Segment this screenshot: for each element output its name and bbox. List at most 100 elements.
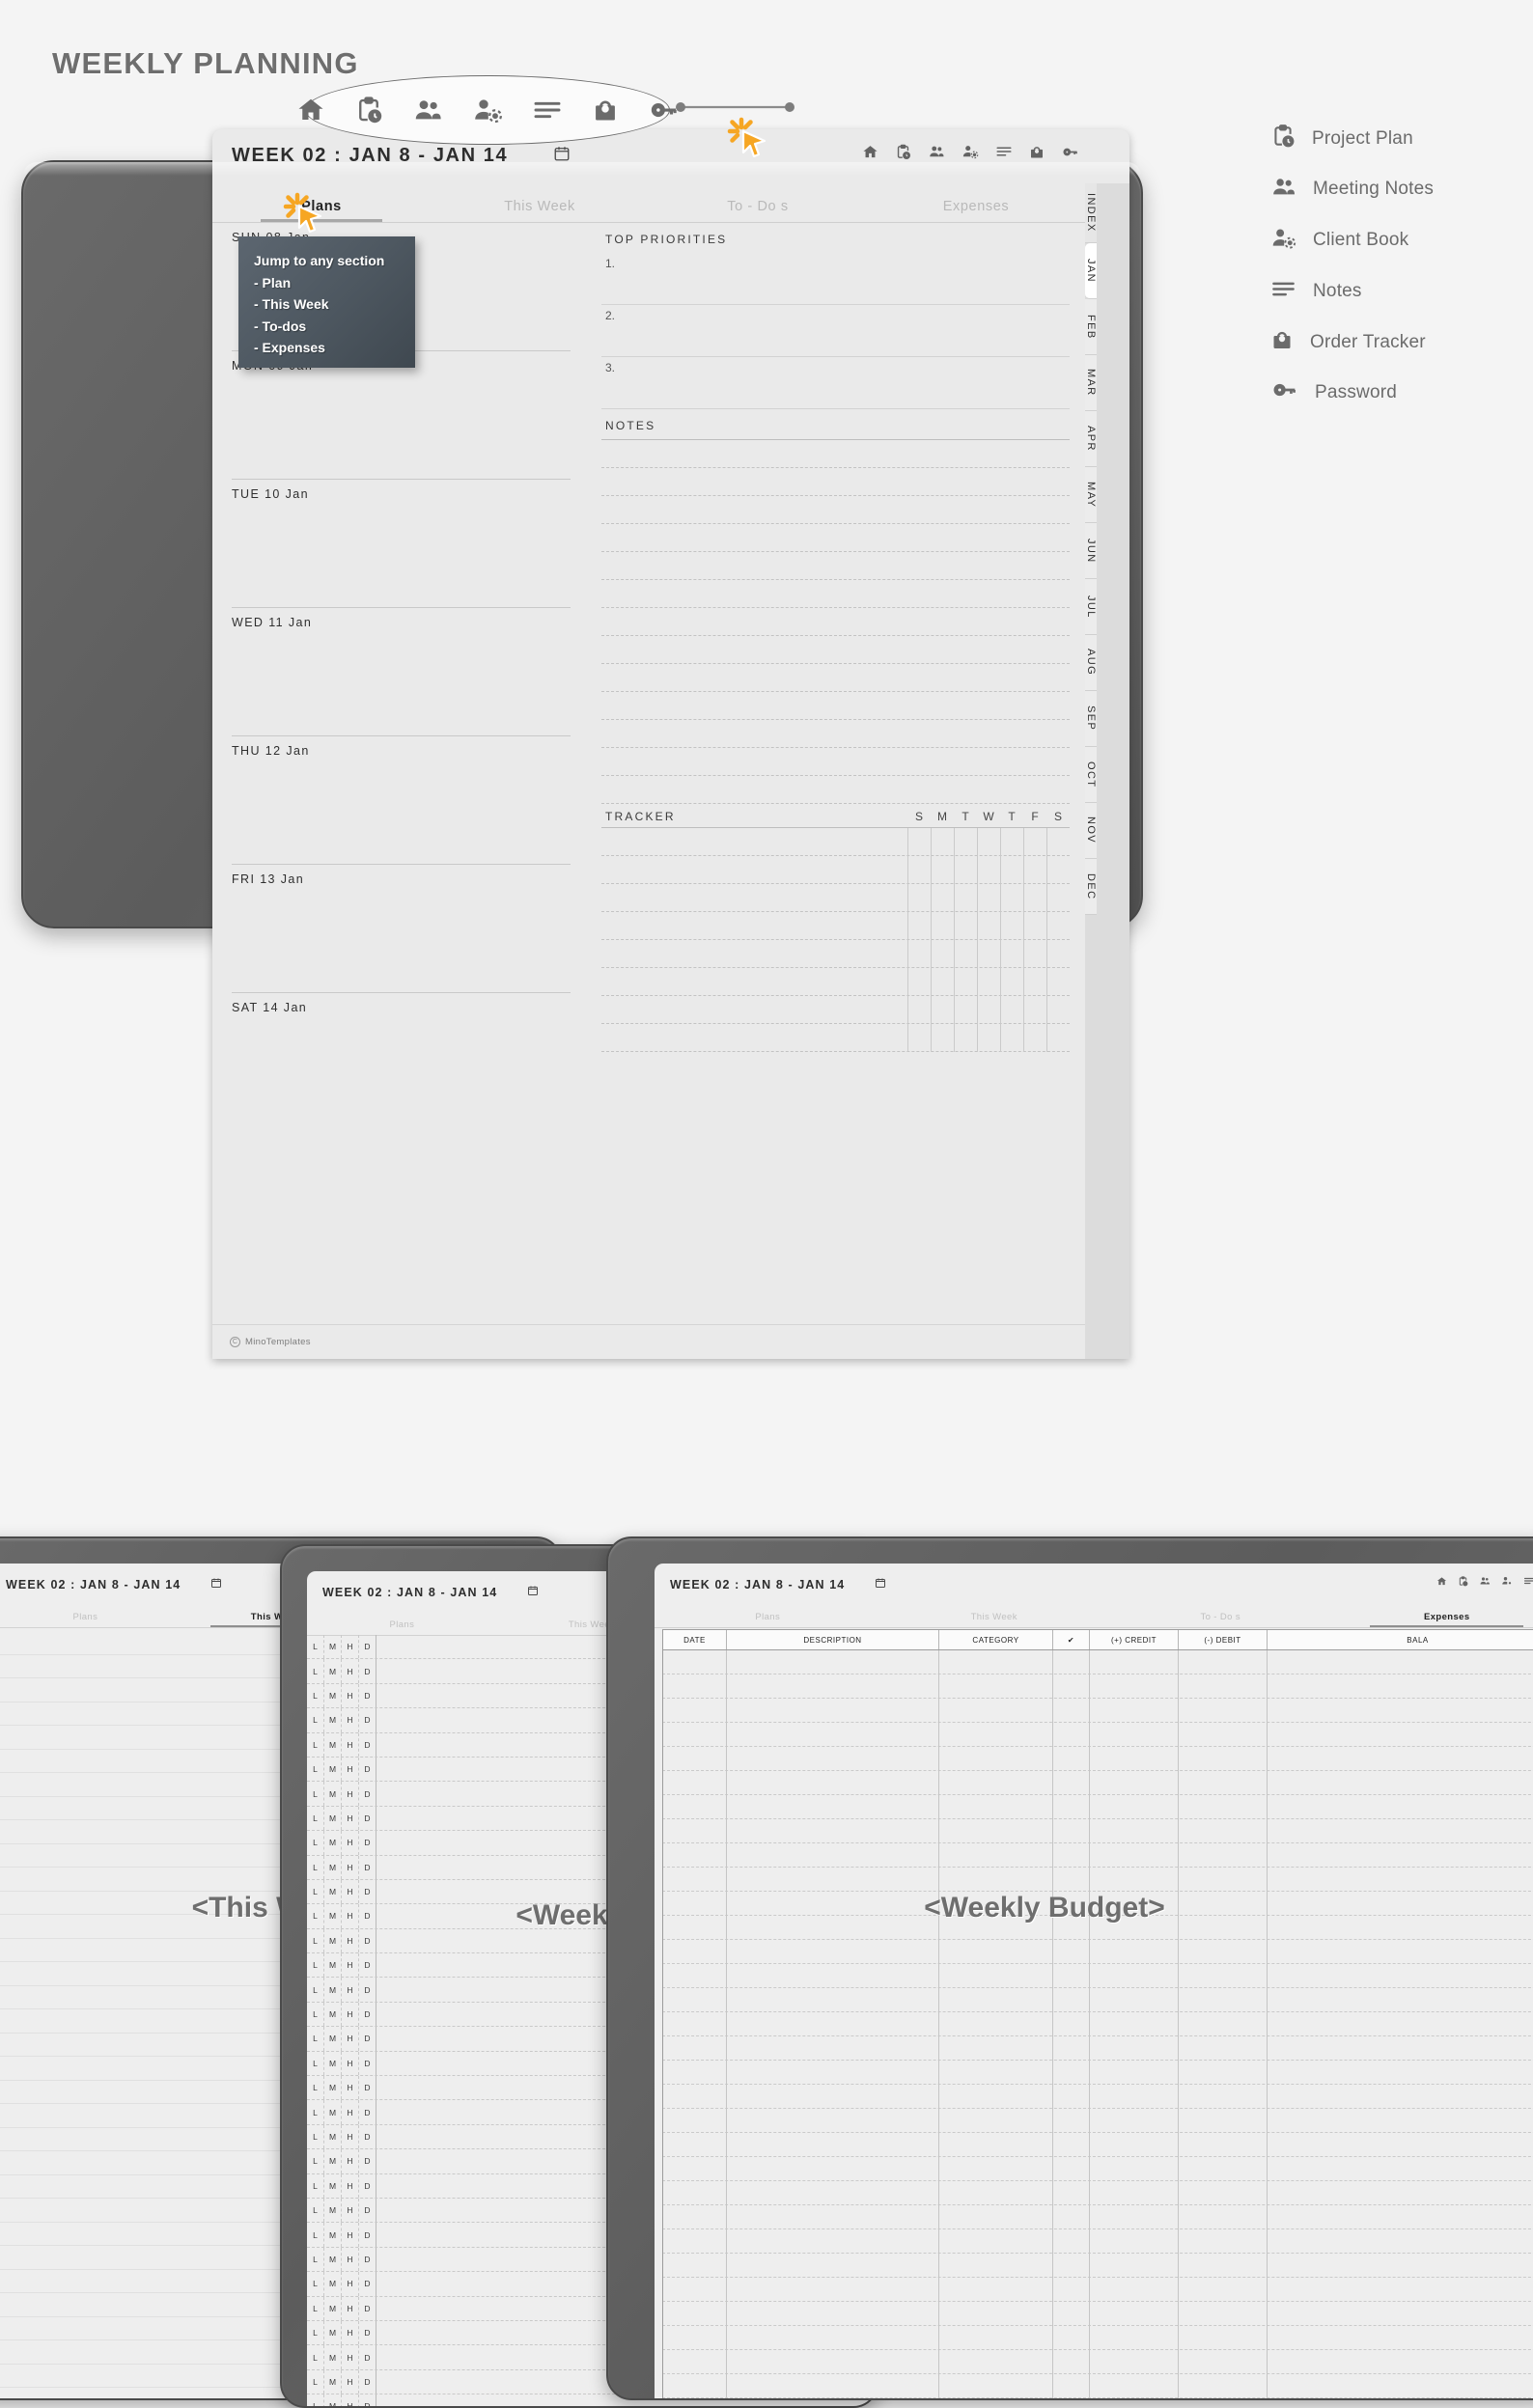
priority-option[interactable]: H (342, 2052, 359, 2075)
priority-option[interactable]: L (307, 2199, 324, 2222)
priority-item[interactable]: 2. (601, 305, 1070, 357)
priority-option[interactable]: L (307, 1733, 324, 1757)
priority-option[interactable]: M (324, 1807, 342, 1830)
rail-tab-jan[interactable]: JAN (1085, 243, 1097, 299)
priority-option[interactable]: L (307, 2345, 324, 2368)
project-plan-icon[interactable] (1458, 1574, 1468, 1591)
legend-item-notes[interactable]: Notes (1270, 276, 1434, 307)
rail-tab-may[interactable]: MAY (1085, 467, 1097, 523)
priority-option[interactable]: L (307, 2223, 324, 2246)
priority-option[interactable]: H (342, 1733, 359, 1757)
priority-selector[interactable]: LMHD (307, 1758, 376, 1781)
priority-option[interactable]: H (342, 2125, 359, 2148)
order-tracker-icon[interactable] (1029, 144, 1045, 160)
priority-selector[interactable]: LMHD (307, 1831, 376, 1854)
priority-option[interactable]: M (324, 1758, 342, 1781)
priority-selector[interactable]: LMHD (307, 1733, 376, 1757)
rail-tab-dec[interactable]: DEC (1085, 859, 1097, 915)
priority-selector[interactable]: LMHD (307, 1684, 376, 1707)
priority-selector[interactable]: LMHD (307, 2223, 376, 2246)
priority-option[interactable]: M (324, 1953, 342, 1977)
priority-option[interactable]: L (307, 1807, 324, 1830)
priority-option[interactable]: L (307, 1782, 324, 1805)
priority-selector[interactable]: LMHD (307, 2272, 376, 2295)
priority-selector[interactable]: LMHD (307, 2125, 376, 2148)
priority-option[interactable]: L (307, 2272, 324, 2295)
priority-option[interactable]: D (359, 2199, 376, 2222)
priority-option[interactable]: H (342, 1708, 359, 1731)
meeting-notes-icon[interactable] (928, 143, 945, 160)
priority-selector[interactable]: LMHD (307, 2174, 376, 2198)
priority-option[interactable]: L (307, 2321, 324, 2344)
rail-tab-apr[interactable]: APR (1085, 411, 1097, 467)
priority-option[interactable]: H (342, 1635, 359, 1658)
rail-tab-jul[interactable]: JUL (1085, 579, 1097, 635)
priority-option[interactable]: D (359, 2223, 376, 2246)
calendar-icon[interactable] (553, 145, 571, 167)
priority-option[interactable]: L (307, 2076, 324, 2099)
priority-option[interactable]: M (324, 2248, 342, 2271)
priority-option[interactable]: M (324, 2321, 342, 2344)
client-book-icon[interactable] (962, 143, 979, 160)
rail-tab-nov[interactable]: NOV (1085, 803, 1097, 859)
priority-option[interactable]: H (342, 1904, 359, 1927)
priority-selector[interactable]: LMHD (307, 2248, 376, 2271)
priority-option[interactable]: H (342, 2272, 359, 2295)
tab-this-week[interactable]: This Week (431, 199, 649, 222)
priority-selector[interactable]: LMHD (307, 1904, 376, 1927)
tab-this-week[interactable]: This Week (881, 1612, 1108, 1627)
priority-option[interactable]: H (342, 1758, 359, 1781)
priority-option[interactable]: M (324, 2174, 342, 2198)
priority-option[interactable]: M (324, 2003, 342, 2026)
priority-option[interactable]: M (324, 2223, 342, 2246)
priority-item[interactable]: 1. (601, 253, 1070, 305)
priority-option[interactable]: M (324, 1635, 342, 1658)
priority-option[interactable]: D (359, 2125, 376, 2148)
priority-item[interactable]: 3. (601, 357, 1070, 409)
priority-option[interactable]: M (324, 2394, 342, 2408)
priority-option[interactable]: M (324, 1904, 342, 1927)
priority-option[interactable]: M (324, 1659, 342, 1682)
priority-option[interactable]: M (324, 1831, 342, 1854)
priority-option[interactable]: D (359, 1635, 376, 1658)
tab-expenses[interactable]: Expenses (1334, 1612, 1533, 1627)
expense-table[interactable]: DATE DESCRIPTION CATEGORY ✔ (+) CREDIT (… (662, 1629, 1533, 2400)
priority-option[interactable]: L (307, 1684, 324, 1707)
priority-selector[interactable]: LMHD (307, 2052, 376, 2075)
priority-option[interactable]: M (324, 2297, 342, 2320)
priority-option[interactable]: M (324, 1782, 342, 1805)
calendar-icon[interactable] (875, 1576, 886, 1593)
priority-selector[interactable]: LMHD (307, 2003, 376, 2026)
home-icon[interactable] (296, 96, 325, 125)
priority-option[interactable]: M (324, 2345, 342, 2368)
priority-option[interactable]: H (342, 1684, 359, 1707)
priority-option[interactable]: M (324, 2027, 342, 2050)
project-plan-icon[interactable] (895, 144, 911, 160)
legend-item-order-tracker[interactable]: Order Tracker (1270, 327, 1434, 357)
day-row[interactable]: SAT 14 Jan (232, 993, 571, 1121)
tab-plans[interactable]: Plans (307, 1619, 497, 1635)
notes-icon[interactable] (1523, 1574, 1533, 1591)
priority-selector[interactable]: LMHD (307, 2321, 376, 2344)
priority-option[interactable]: L (307, 1929, 324, 1952)
priority-option[interactable]: D (359, 1880, 376, 1903)
priority-option[interactable]: L (307, 1708, 324, 1731)
priority-option[interactable]: H (342, 1953, 359, 1977)
priority-option[interactable]: L (307, 1978, 324, 2001)
priority-option[interactable]: H (342, 1856, 359, 1879)
rail-tab-jun[interactable]: JUN (1085, 523, 1097, 579)
priority-selector[interactable]: LMHD (307, 1880, 376, 1903)
priority-option[interactable]: D (359, 1758, 376, 1781)
priority-option[interactable]: L (307, 1904, 324, 1927)
priority-option[interactable]: L (307, 2174, 324, 2198)
priority-option[interactable]: L (307, 1758, 324, 1781)
priority-option[interactable]: L (307, 2149, 324, 2173)
tab-plans[interactable]: Plans (0, 1612, 181, 1627)
priority-option[interactable]: H (342, 2370, 359, 2394)
priority-selector[interactable]: LMHD (307, 2076, 376, 2099)
tab-expenses[interactable]: Expenses (867, 199, 1085, 222)
priority-selector[interactable]: LMHD (307, 1659, 376, 1682)
priority-option[interactable]: L (307, 2125, 324, 2148)
tracker-grid[interactable] (601, 828, 1070, 1052)
priority-option[interactable]: L (307, 1953, 324, 1977)
